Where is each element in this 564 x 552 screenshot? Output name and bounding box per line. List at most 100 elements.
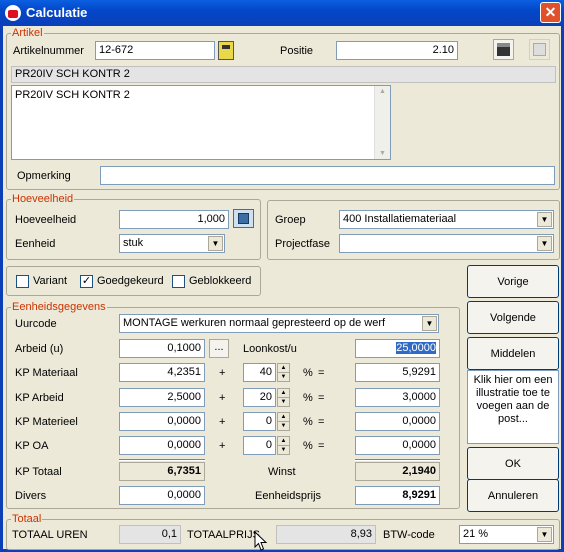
kp-percent-field[interactable]: 20 bbox=[243, 388, 276, 407]
plus-sign: + bbox=[219, 416, 226, 428]
uurcode-label: Uurcode bbox=[15, 318, 57, 330]
spin-down-icon[interactable]: ▼ bbox=[278, 398, 289, 406]
winst-value: 2,1940 bbox=[355, 462, 440, 481]
spin-up-icon[interactable]: ▲ bbox=[278, 364, 289, 373]
groep-value: 400 Installatiemateriaal bbox=[343, 213, 457, 225]
ok-button[interactable]: OK bbox=[467, 447, 559, 480]
hoeveelheid-field[interactable]: 1,000 bbox=[119, 210, 229, 229]
percent-spinner[interactable]: ▲ ▼ bbox=[277, 436, 290, 455]
plus-sign: + bbox=[219, 367, 226, 379]
percent-sign: % bbox=[303, 367, 313, 379]
percent-sign: % bbox=[303, 392, 313, 404]
close-icon: ✕ bbox=[544, 4, 557, 20]
list-icon bbox=[222, 45, 230, 49]
spin-up-icon[interactable]: ▲ bbox=[278, 413, 289, 422]
goedgekeurd-label: Goedgekeurd bbox=[97, 275, 164, 287]
kp-percent-field[interactable]: 0 bbox=[243, 412, 276, 431]
kp-result-field[interactable]: 0,0000 bbox=[355, 412, 440, 431]
close-button[interactable]: ✕ bbox=[540, 2, 561, 23]
kp-value-field[interactable]: 2,5000 bbox=[119, 388, 205, 407]
winst-label: Winst bbox=[268, 466, 296, 478]
loonkost-field[interactable]: 25,0000 bbox=[355, 339, 440, 358]
vertical-scrollbar[interactable]: ▲ ▼ bbox=[374, 86, 390, 159]
plus-sign: + bbox=[219, 440, 226, 452]
positie-field[interactable]: 2.10 bbox=[336, 41, 458, 60]
totaal-uren-value: 0,1 bbox=[119, 525, 181, 544]
eenheidsgegevens-legend: Eenheidsgegevens bbox=[12, 301, 106, 313]
spin-down-icon[interactable]: ▼ bbox=[278, 373, 289, 381]
lookup-button[interactable] bbox=[218, 41, 234, 60]
eenheidsprijs-value[interactable]: 8,9291 bbox=[355, 486, 440, 505]
chevron-down-icon[interactable]: ▼ bbox=[208, 236, 223, 251]
divers-field[interactable]: 0,0000 bbox=[119, 486, 205, 505]
kp-result-field[interactable]: 0,0000 bbox=[355, 436, 440, 455]
geblokkeerd-checkbox[interactable] bbox=[172, 275, 185, 288]
kp-percent-field[interactable]: 40 bbox=[243, 363, 276, 382]
plus-sign: + bbox=[219, 392, 226, 404]
equals-sign: = bbox=[318, 440, 325, 452]
kp-result-field[interactable]: 3,0000 bbox=[355, 388, 440, 407]
goedgekeurd-checkbox[interactable]: ✓ bbox=[80, 275, 93, 288]
totaal-legend: Totaal bbox=[12, 513, 42, 525]
paste-button[interactable] bbox=[529, 39, 550, 60]
short-description: PR20IV SCH KONTR 2 bbox=[11, 66, 556, 83]
kp-totaal-value: 6,7351 bbox=[119, 462, 205, 481]
artikel-legend: Artikel bbox=[12, 27, 43, 39]
spin-up-icon[interactable]: ▲ bbox=[278, 389, 289, 398]
illustration-area[interactable]: Klik hier om een illustratie toe te voeg… bbox=[467, 370, 559, 444]
groep-select[interactable]: 400 Installatiemateriaal ▼ bbox=[339, 210, 554, 229]
uurcode-select[interactable]: MONTAGE werkuren normaal gepresteerd op … bbox=[119, 314, 439, 333]
kp-value-field[interactable]: 0,0000 bbox=[119, 412, 205, 431]
title-bar: Calculatie ✕ bbox=[0, 0, 564, 26]
separator bbox=[355, 459, 440, 461]
divers-label: Divers bbox=[15, 490, 47, 502]
percent-spinner[interactable]: ▲ ▼ bbox=[277, 412, 290, 431]
chevron-down-icon[interactable]: ▼ bbox=[537, 236, 552, 251]
calculator-button[interactable] bbox=[233, 209, 254, 228]
kp-row-label: KP Materieel bbox=[15, 416, 78, 428]
percent-spinner[interactable]: ▲ ▼ bbox=[277, 388, 290, 407]
chevron-down-icon[interactable]: ▼ bbox=[537, 212, 552, 227]
check-icon: ✓ bbox=[81, 275, 92, 287]
calculator-icon bbox=[238, 213, 249, 224]
kp-value-field[interactable]: 4,2351 bbox=[119, 363, 205, 382]
hoeveelheid-legend: Hoeveelheid bbox=[12, 193, 74, 205]
kp-row-label: KP Arbeid bbox=[15, 392, 64, 404]
percent-spinner[interactable]: ▲ ▼ bbox=[277, 363, 290, 382]
btw-code-label: BTW-code bbox=[383, 529, 435, 541]
opmerking-field[interactable] bbox=[100, 166, 555, 185]
scroll-down-icon[interactable]: ▼ bbox=[375, 150, 390, 157]
long-description-text: PR20IV SCH KONTR 2 bbox=[15, 89, 130, 101]
spin-up-icon[interactable]: ▲ bbox=[278, 437, 289, 446]
long-description-area[interactable]: PR20IV SCH KONTR 2 ▲ ▼ bbox=[11, 85, 391, 160]
middelen-button[interactable]: Middelen bbox=[467, 337, 559, 370]
chevron-down-icon[interactable]: ▼ bbox=[422, 316, 437, 331]
kp-result-field[interactable]: 5,9291 bbox=[355, 363, 440, 382]
projectfase-select[interactable]: ▼ bbox=[339, 234, 554, 253]
eenheid-value: stuk bbox=[123, 237, 144, 249]
paste-icon bbox=[533, 43, 546, 56]
kp-value-field[interactable]: 0,0000 bbox=[119, 436, 205, 455]
spin-down-icon[interactable]: ▼ bbox=[278, 422, 289, 430]
equals-sign: = bbox=[318, 392, 325, 404]
variant-checkbox[interactable] bbox=[16, 275, 29, 288]
totaalprijs-label: TOTAALPRIJS bbox=[187, 529, 260, 541]
arbeid-label: Arbeid (u) bbox=[15, 343, 64, 355]
annuleren-button[interactable]: Annuleren bbox=[467, 479, 559, 512]
opmerking-label: Opmerking bbox=[17, 170, 71, 182]
eenheid-select[interactable]: stuk ▼ bbox=[119, 234, 225, 253]
equals-sign: = bbox=[318, 416, 325, 428]
arbeid-field[interactable]: 0,1000 bbox=[119, 339, 205, 358]
save-button[interactable] bbox=[493, 39, 514, 60]
scroll-up-icon[interactable]: ▲ bbox=[375, 88, 390, 95]
kp-percent-field[interactable]: 0 bbox=[243, 436, 276, 455]
vorige-button[interactable]: Vorige bbox=[467, 265, 559, 298]
mouse-cursor-icon bbox=[254, 531, 268, 551]
arbeid-lookup-button[interactable]: ... bbox=[209, 339, 229, 358]
volgende-button[interactable]: Volgende bbox=[467, 301, 559, 334]
artikelnummer-field[interactable]: 12-672 bbox=[95, 41, 215, 60]
spin-down-icon[interactable]: ▼ bbox=[278, 446, 289, 454]
btw-code-select[interactable]: 21 % ▼ bbox=[459, 525, 554, 544]
chevron-down-icon[interactable]: ▼ bbox=[537, 527, 552, 542]
uurcode-value: MONTAGE werkuren normaal gepresteerd op … bbox=[123, 317, 386, 329]
